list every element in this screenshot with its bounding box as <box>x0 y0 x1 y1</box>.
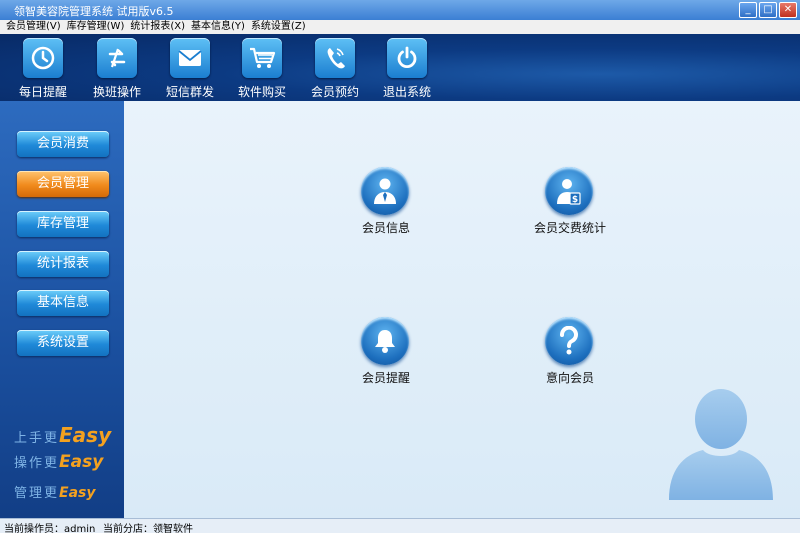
sms-broadcast-label: 短信群发 <box>165 85 214 99</box>
member-payment-icon: $ <box>545 167 593 215</box>
current-operator: 当前操作员：admin <box>4 524 96 533</box>
title-bar: 领智美容院管理系统 试用版v6.5 _ □ ✕ <box>0 0 800 20</box>
window-controls: _ □ ✕ <box>739 2 797 18</box>
member-info-label: 会员信息 <box>361 221 410 235</box>
nav-system-settings[interactable]: 系统设置 <box>17 330 109 356</box>
slogan-line-1: 上手更Easy <box>14 423 111 447</box>
shift-change-label: 换班操作 <box>92 85 141 99</box>
status-bar: 当前操作员：admin 当前分店：领智软件 <box>0 518 800 533</box>
nav-inventory-management[interactable]: 库存管理 <box>17 211 109 237</box>
exit-system-label: 退出系统 <box>382 85 431 99</box>
swap-arrows-icon <box>97 38 137 78</box>
menu-inventory[interactable]: 库存管理(W) <box>67 20 125 34</box>
main-content: 会员信息 $ 会员交费统计 会员提醒 意向会员 <box>124 101 800 518</box>
member-payment-stats-button[interactable]: $ 会员交费统计 <box>515 167 625 239</box>
bell-icon <box>361 317 409 365</box>
buy-software-button[interactable]: 软件购买 <box>230 38 294 99</box>
member-info-icon <box>361 167 409 215</box>
nav-statistics-reports[interactable]: 统计报表 <box>17 251 109 277</box>
toolbar: 每日提醒 换班操作 短信群发 软件购买 会员预约 退出系统 <box>0 34 800 101</box>
nav-member-management[interactable]: 会员管理 <box>17 171 109 197</box>
nav-member-consumption[interactable]: 会员消费 <box>17 131 109 157</box>
minimize-button[interactable]: _ <box>739 2 757 18</box>
window-title: 领智美容院管理系统 试用版v6.5 <box>14 5 174 18</box>
member-booking-label: 会员预约 <box>310 85 359 99</box>
slogan-easy-1: Easy <box>59 423 112 447</box>
maximize-button[interactable]: □ <box>759 2 777 18</box>
shift-change-button[interactable]: 换班操作 <box>85 38 149 99</box>
envelope-icon <box>170 38 210 78</box>
daily-reminder-label: 每日提醒 <box>18 85 67 99</box>
member-reminder-label: 会员提醒 <box>361 371 410 385</box>
slogan-easy-3: Easy <box>59 485 96 501</box>
svg-text:$: $ <box>572 195 578 205</box>
sidebar: 会员消费 会员管理 库存管理 统计报表 基本信息 系统设置 上手更Easy 操作… <box>0 101 124 518</box>
member-payment-stats-label: 会员交费统计 <box>533 221 606 235</box>
cart-icon <box>242 38 282 78</box>
buy-software-label: 软件购买 <box>237 85 286 99</box>
slogan-text-2: 操作更 <box>14 456 60 471</box>
slogan-easy-2: Easy <box>59 452 104 472</box>
menu-member[interactable]: 会员管理(V) <box>6 20 61 34</box>
phone-icon <box>315 38 355 78</box>
slogan-text-3: 管理更 <box>14 486 60 501</box>
slogan-line-3: 管理更Easy <box>14 482 96 501</box>
daily-reminder-button[interactable]: 每日提醒 <box>11 38 75 99</box>
user-silhouette-icon <box>667 379 775 500</box>
clock-icon <box>23 38 63 78</box>
question-icon <box>545 317 593 365</box>
prospective-member-label: 意向会员 <box>545 371 594 385</box>
menu-system-settings[interactable]: 系统设置(Z) <box>251 20 306 34</box>
slogan-text-1: 上手更 <box>14 431 60 446</box>
prospective-member-button[interactable]: 意向会员 <box>515 317 625 389</box>
slogan-line-2: 操作更Easy <box>14 452 103 472</box>
close-button[interactable]: ✕ <box>779 2 797 18</box>
current-branch: 当前分店：领智软件 <box>103 524 193 533</box>
member-booking-button[interactable]: 会员预约 <box>303 38 367 99</box>
member-info-button[interactable]: 会员信息 <box>331 167 441 239</box>
exit-system-button[interactable]: 退出系统 <box>375 38 439 99</box>
menu-basic-info[interactable]: 基本信息(Y) <box>191 20 245 34</box>
menu-bar: 会员管理(V) 库存管理(W) 统计报表(X) 基本信息(Y) 系统设置(Z) <box>0 20 800 34</box>
power-icon <box>387 38 427 78</box>
nav-basic-info[interactable]: 基本信息 <box>17 290 109 316</box>
member-reminder-button[interactable]: 会员提醒 <box>331 317 441 389</box>
app-window: 领智美容院管理系统 试用版v6.5 _ □ ✕ 会员管理(V) 库存管理(W) … <box>0 0 800 533</box>
menu-reports[interactable]: 统计报表(X) <box>130 20 185 34</box>
sms-broadcast-button[interactable]: 短信群发 <box>158 38 222 99</box>
